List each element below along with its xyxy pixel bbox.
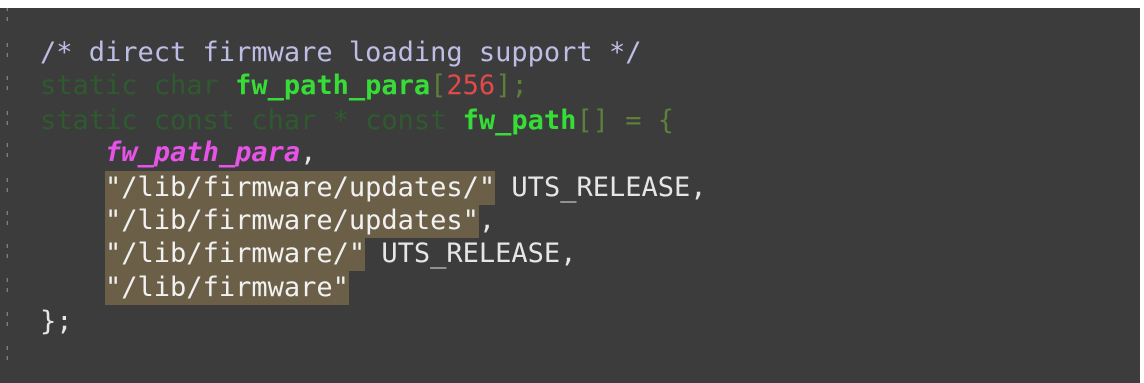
identifier: fw_path_para <box>105 137 301 168</box>
bracket: ]; <box>495 70 528 101</box>
code-line: 1:static char fw_path_para[256]; <box>0 66 528 103</box>
string-literal: "/lib/firmware/updates" <box>105 204 479 238</box>
code-line: 4: "/lib/firmware/updates/" UTS_RELEASE, <box>0 168 707 205</box>
code-text: UTS_RELEASE, <box>495 172 707 203</box>
bracket: [ <box>430 70 447 101</box>
number-literal: 256 <box>446 70 496 101</box>
keyword: static char <box>40 70 236 101</box>
punctuation: , <box>300 137 317 168</box>
code-line: 9: <box>0 336 40 373</box>
punctuation: [] = { <box>576 105 674 136</box>
line-number: 9: <box>0 335 40 378</box>
code-line: 6: "/lib/firmware/" UTS_RELEASE, <box>0 234 577 271</box>
code-text: , <box>478 205 496 236</box>
identifier: fw_path_para <box>235 70 431 101</box>
comment-text: /* direct firmware loading support */ <box>40 37 642 68</box>
code-line: 5: "/lib/firmware/updates", <box>0 201 496 238</box>
string-literal: "/lib/firmware/updates/" <box>105 171 496 205</box>
code-line: 2:static const char * const fw_path[] = … <box>0 101 674 138</box>
code-line: 9: <box>0 8 40 34</box>
code-editor[interactable]: 9: 0:/* direct firmware loading support … <box>0 8 1140 383</box>
string-literal: "/lib/firmware" <box>105 271 349 305</box>
code-text: }; <box>40 306 73 337</box>
code-line: 3: fw_path_para, <box>0 133 317 170</box>
keyword: static const char * const <box>40 105 463 136</box>
identifier: fw_path <box>462 105 577 136</box>
code-line: 0:/* direct firmware loading support */ <box>0 33 642 70</box>
code-line: 7: "/lib/firmware" <box>0 268 349 305</box>
code-text: UTS_RELEASE, <box>365 238 577 269</box>
string-literal: "/lib/firmware/" <box>105 237 366 271</box>
